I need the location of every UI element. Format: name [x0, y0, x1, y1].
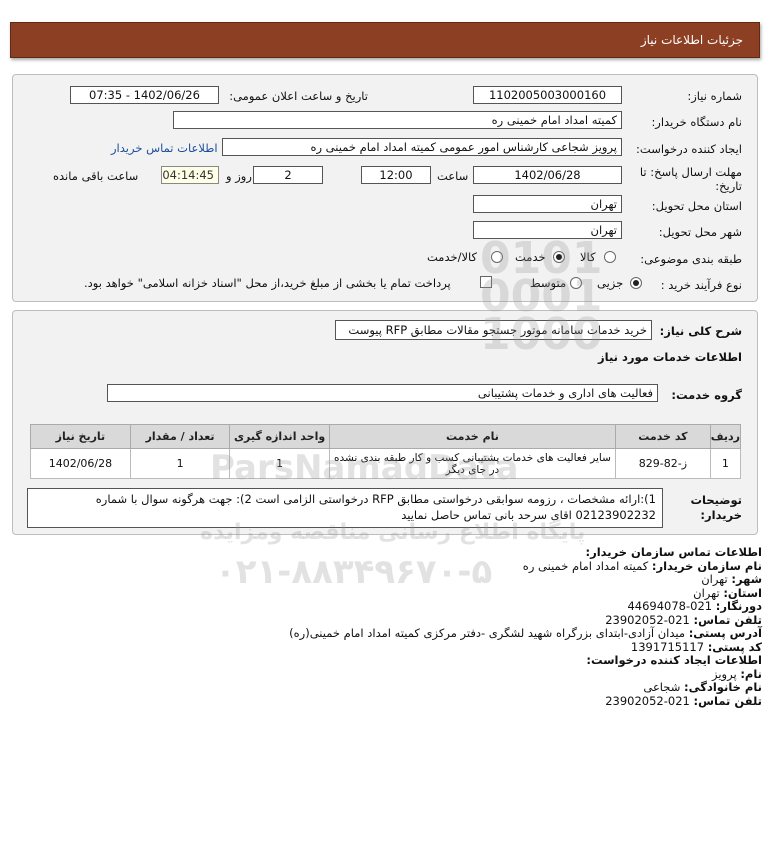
contact-section: اطلاعات تماس سازمان خریدار: نام سازمان خ…	[22, 545, 762, 708]
col-header-row: ردیف	[709, 424, 742, 449]
process-radio-medium[interactable]	[570, 277, 582, 289]
notes-label: توضیحات	[690, 493, 743, 507]
creator-phone-line: تلفن تماس: 021-23902052	[605, 693, 762, 708]
category-radio-goods-service[interactable]	[491, 251, 503, 263]
remaining-time-field: 04:14:45	[161, 166, 219, 184]
province-field[interactable]: تهران	[473, 195, 622, 213]
category-option-goods-service: کالا/خدمت	[427, 250, 478, 264]
creator-last-name-line: نام خانوادگی: شجاعی	[643, 680, 762, 694]
announce-label: تاریخ و ساعت اعلان عمومی:	[229, 89, 368, 103]
city-label: شهر محل تحویل:	[658, 225, 742, 239]
buyer-org-label: نام دستگاه خریدار:	[651, 115, 742, 129]
page-title-bar: جزئیات اطلاعات نیاز	[10, 22, 760, 58]
days-label: روز و	[226, 169, 252, 183]
category-option-goods: کالا	[580, 250, 596, 264]
deadline-label: مهلت ارسال پاسخ: تا	[639, 165, 742, 179]
buyer-notes-box: 1):ارائه مشخصات ، رزومه سوابقی درخواستی …	[27, 488, 663, 528]
announce-datetime-field[interactable]: 1402/06/26 - 07:35	[70, 86, 219, 104]
category-label: طبقه بندی موضوعی:	[640, 252, 742, 266]
creator-first-name-line: نام: پرویز	[712, 666, 762, 681]
process-option-minor: جزیی	[597, 276, 624, 290]
org-address-line: آدرس پستی: میدان آزادی-ابتدای بزرگراه شه…	[289, 626, 762, 640]
col-header-name: نام خدمت	[328, 424, 617, 449]
service-group-label: گروه خدمت:	[671, 388, 742, 402]
org-postal-line: کد پستی: 1391715117	[630, 639, 762, 654]
remaining-time-label: ساعت باقی مانده	[53, 169, 139, 183]
buyer-org-field[interactable]: کمیته امداد امام خمینی ره	[173, 111, 622, 129]
creator-label: ایجاد کننده درخواست:	[636, 142, 742, 156]
deadline-time-field[interactable]: 12:00	[361, 166, 431, 184]
creator-field[interactable]: پرویز شجاعی کارشناس امور عمومی کمیته امد…	[222, 138, 622, 156]
page-title: جزئیات اطلاعات نیاز	[640, 33, 743, 47]
treasury-payment-checkbox[interactable]	[480, 276, 492, 288]
category-radio-goods[interactable]	[604, 251, 616, 263]
process-option-medium: متوسط	[530, 276, 567, 290]
org-city-line: شهر: تهران	[701, 572, 762, 586]
deadline-label-date: تاریخ:	[715, 179, 742, 193]
cell-code: ز-82-829	[615, 448, 711, 479]
province-label: استان محل تحویل:	[651, 199, 742, 213]
org-phone-line: تلفن تماس: 021-23902052	[605, 612, 762, 627]
deadline-time-label: ساعت	[437, 169, 469, 183]
table-header-row: ردیف کد خدمت نام خدمت واحد اندازه گیری ت…	[30, 424, 742, 449]
services-table: ردیف کد خدمت نام خدمت واحد اندازه گیری ت…	[30, 424, 742, 479]
buyer-notes-line-2: 02123902232 اقای سرحد بانی تماس حاصل نما…	[401, 508, 656, 522]
treasury-payment-note: پرداخت تمام یا بخشی از مبلغ خرید،از محل …	[84, 276, 451, 290]
notes-label-buyer: خریدار:	[700, 508, 742, 522]
category-radio-service[interactable]	[553, 251, 565, 263]
days-remaining-field[interactable]: 2	[253, 166, 323, 184]
need-number-label: شماره نیاز:	[687, 89, 742, 103]
process-radio-minor[interactable]	[630, 277, 642, 289]
cell-name: سایر فعالیت های خدمات پشتیبانی کسب و کار…	[328, 448, 617, 479]
buyer-contact-link[interactable]: اطلاعات تماس خریدار	[111, 141, 218, 155]
need-number-field[interactable]: 1102005003000160	[473, 86, 622, 104]
summary-field[interactable]: خرید خدمات سامانه موتور جستجو مقالات مطا…	[335, 320, 652, 340]
cell-date: 1402/06/28	[30, 448, 131, 479]
need-info-panel	[12, 74, 758, 302]
cell-qty: 1	[129, 448, 231, 479]
col-header-date: تاریخ نیاز	[30, 424, 131, 449]
cell-unit: 1	[229, 448, 330, 479]
col-header-unit: واحد اندازه گیری	[229, 424, 330, 449]
services-heading: اطلاعات خدمات مورد نیاز	[598, 350, 742, 364]
org-contact-heading: اطلاعات تماس سازمان خریدار:	[585, 545, 762, 559]
creator-contact-heading: اطلاعات ایجاد کننده درخواست:	[586, 653, 762, 667]
city-field[interactable]: تهران	[473, 221, 622, 239]
table-row[interactable]: 1 ز-82-829 سایر فعالیت های خدمات پشتیبان…	[30, 448, 742, 479]
org-fax-line: دورنگار: 021-44694078	[627, 599, 762, 613]
deadline-date-field[interactable]: 1402/06/28	[473, 166, 622, 184]
category-option-service: خدمت	[515, 250, 546, 264]
buyer-notes-line-1: 1):ارائه مشخصات ، رزومه سوابقی درخواستی …	[95, 492, 656, 506]
org-name-line: نام سازمان خریدار: کمیته امداد امام خمین…	[522, 558, 762, 573]
col-header-code: کد خدمت	[615, 424, 711, 449]
org-province-line: استان: تهران	[693, 585, 762, 600]
service-group-field[interactable]: فعالیت های اداری و خدمات پشتیبانی	[107, 384, 658, 402]
process-label: نوع فرآیند خرید :	[660, 278, 742, 292]
cell-row: 1	[709, 448, 742, 479]
summary-label: شرح کلی نیاز:	[659, 324, 742, 338]
col-header-qty: تعداد / مقدار	[129, 424, 231, 449]
